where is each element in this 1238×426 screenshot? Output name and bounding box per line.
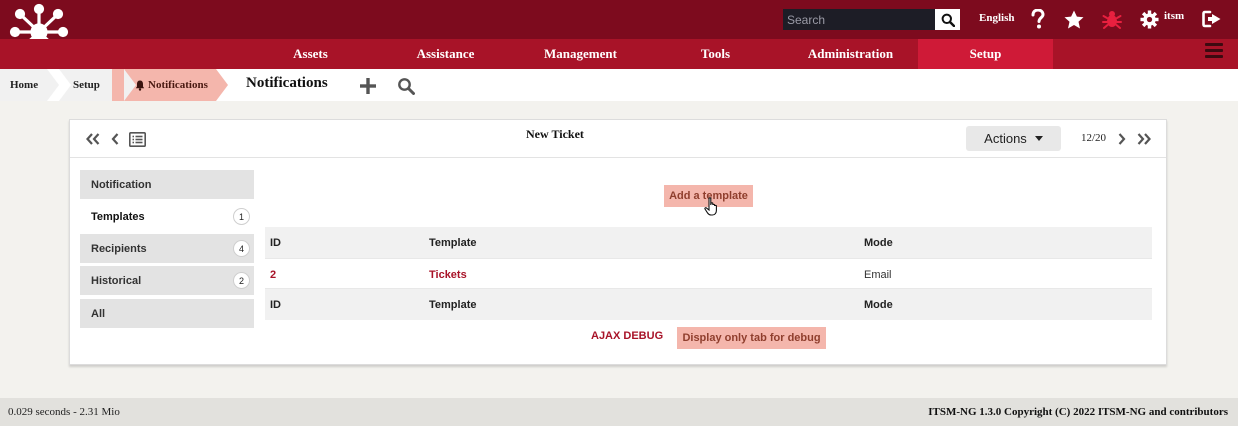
tab-templates-label: Templates bbox=[91, 210, 145, 223]
menu-assets[interactable]: Assets bbox=[243, 39, 378, 69]
logout-icon[interactable] bbox=[1201, 8, 1223, 30]
record-title: New Ticket bbox=[526, 127, 584, 141]
actions-label: Actions bbox=[984, 131, 1027, 146]
caret-down-icon bbox=[1034, 136, 1043, 141]
templates-table-footer: ID Template Mode bbox=[265, 289, 1152, 320]
breadcrumb-notifications-label: Notifications bbox=[148, 79, 208, 91]
breadcrumb-home[interactable]: Home bbox=[10, 72, 38, 98]
tab-historical[interactable]: Historical 2 bbox=[80, 266, 254, 295]
menu-assistance[interactable]: Assistance bbox=[378, 39, 513, 69]
ajax-debug-link[interactable]: AJAX DEBUG bbox=[591, 330, 663, 342]
record-position: 12/20 bbox=[1081, 132, 1107, 144]
row-id-link[interactable]: 2 bbox=[270, 259, 276, 290]
tab-recipients-count: 4 bbox=[233, 240, 250, 257]
tab-historical-label: Historical bbox=[91, 274, 142, 287]
hand-cursor-icon bbox=[704, 197, 717, 216]
last-record-icon[interactable] bbox=[1135, 130, 1153, 148]
main-menu: Assets Assistance Management Tools Admin… bbox=[0, 39, 1238, 69]
breadcrumb-notifications[interactable]: Notifications bbox=[135, 72, 208, 98]
row-template-link[interactable]: Tickets bbox=[429, 259, 467, 290]
bug-icon[interactable] bbox=[1101, 8, 1123, 30]
footer-column-mode[interactable]: Mode bbox=[864, 289, 893, 320]
bell-icon bbox=[135, 80, 145, 91]
menu-administration[interactable]: Administration bbox=[783, 39, 918, 69]
tab-notification[interactable]: Notification bbox=[80, 170, 254, 199]
search-icon bbox=[941, 13, 955, 27]
notification-form-card: New Ticket Actions 12/20 Notification Te… bbox=[69, 119, 1167, 365]
actions-dropdown[interactable]: Actions bbox=[966, 126, 1061, 151]
footer-column-template[interactable]: Template bbox=[429, 289, 476, 320]
user-menu[interactable]: itsm bbox=[1164, 10, 1184, 22]
display-tab-debug-button[interactable]: Display only tab for debug bbox=[677, 327, 826, 349]
tab-historical-count: 2 bbox=[233, 272, 250, 289]
tab-notification-label: Notification bbox=[91, 178, 152, 191]
footer-timing: 0.029 seconds - 2.31 Mio bbox=[8, 406, 120, 418]
hamburger-menu-icon[interactable] bbox=[1205, 43, 1223, 59]
gear-icon[interactable] bbox=[1138, 8, 1160, 30]
row-mode: Email bbox=[864, 268, 892, 281]
tab-recipients[interactable]: Recipients 4 bbox=[80, 234, 254, 263]
top-header: English bbox=[0, 0, 1238, 61]
breadcrumb-setup[interactable]: Setup bbox=[73, 72, 100, 98]
column-template[interactable]: Template bbox=[429, 227, 476, 258]
menu-management[interactable]: Management bbox=[513, 39, 648, 69]
column-mode[interactable]: Mode bbox=[864, 227, 893, 258]
next-record-icon[interactable] bbox=[1113, 130, 1131, 148]
templates-table-header: ID Template Mode bbox=[265, 227, 1152, 258]
add-icon[interactable] bbox=[358, 76, 378, 96]
tab-all[interactable]: All bbox=[80, 299, 254, 328]
page-footer: 0.029 seconds - 2.31 Mio ITSM-NG 1.3.0 C… bbox=[0, 398, 1238, 426]
search-input[interactable] bbox=[783, 9, 935, 30]
search-list-icon[interactable] bbox=[396, 76, 416, 96]
tab-templates-count: 1 bbox=[233, 208, 250, 225]
previous-record-icon[interactable] bbox=[106, 130, 124, 148]
help-icon[interactable] bbox=[1027, 8, 1049, 30]
column-id[interactable]: ID bbox=[270, 227, 281, 258]
first-record-icon[interactable] bbox=[84, 130, 102, 148]
tab-all-label: All bbox=[91, 307, 106, 320]
footer-copyright[interactable]: ITSM-NG 1.3.0 Copyright (C) 2022 ITSM-NG… bbox=[928, 406, 1228, 418]
list-view-icon[interactable] bbox=[128, 130, 146, 148]
page-title: Notifications bbox=[246, 75, 328, 91]
star-icon[interactable] bbox=[1063, 8, 1085, 30]
language-selector[interactable]: English bbox=[979, 12, 1014, 24]
tab-recipients-label: Recipients bbox=[91, 242, 147, 255]
search-button[interactable] bbox=[935, 9, 960, 30]
record-navigation-bar: New Ticket Actions 12/20 bbox=[70, 120, 1166, 158]
table-row: 2 Tickets Email bbox=[265, 258, 1152, 289]
menu-tools[interactable]: Tools bbox=[648, 39, 783, 69]
menu-setup[interactable]: Setup bbox=[918, 39, 1053, 69]
footer-column-id[interactable]: ID bbox=[270, 289, 281, 320]
tab-templates[interactable]: Templates 1 bbox=[80, 202, 254, 231]
